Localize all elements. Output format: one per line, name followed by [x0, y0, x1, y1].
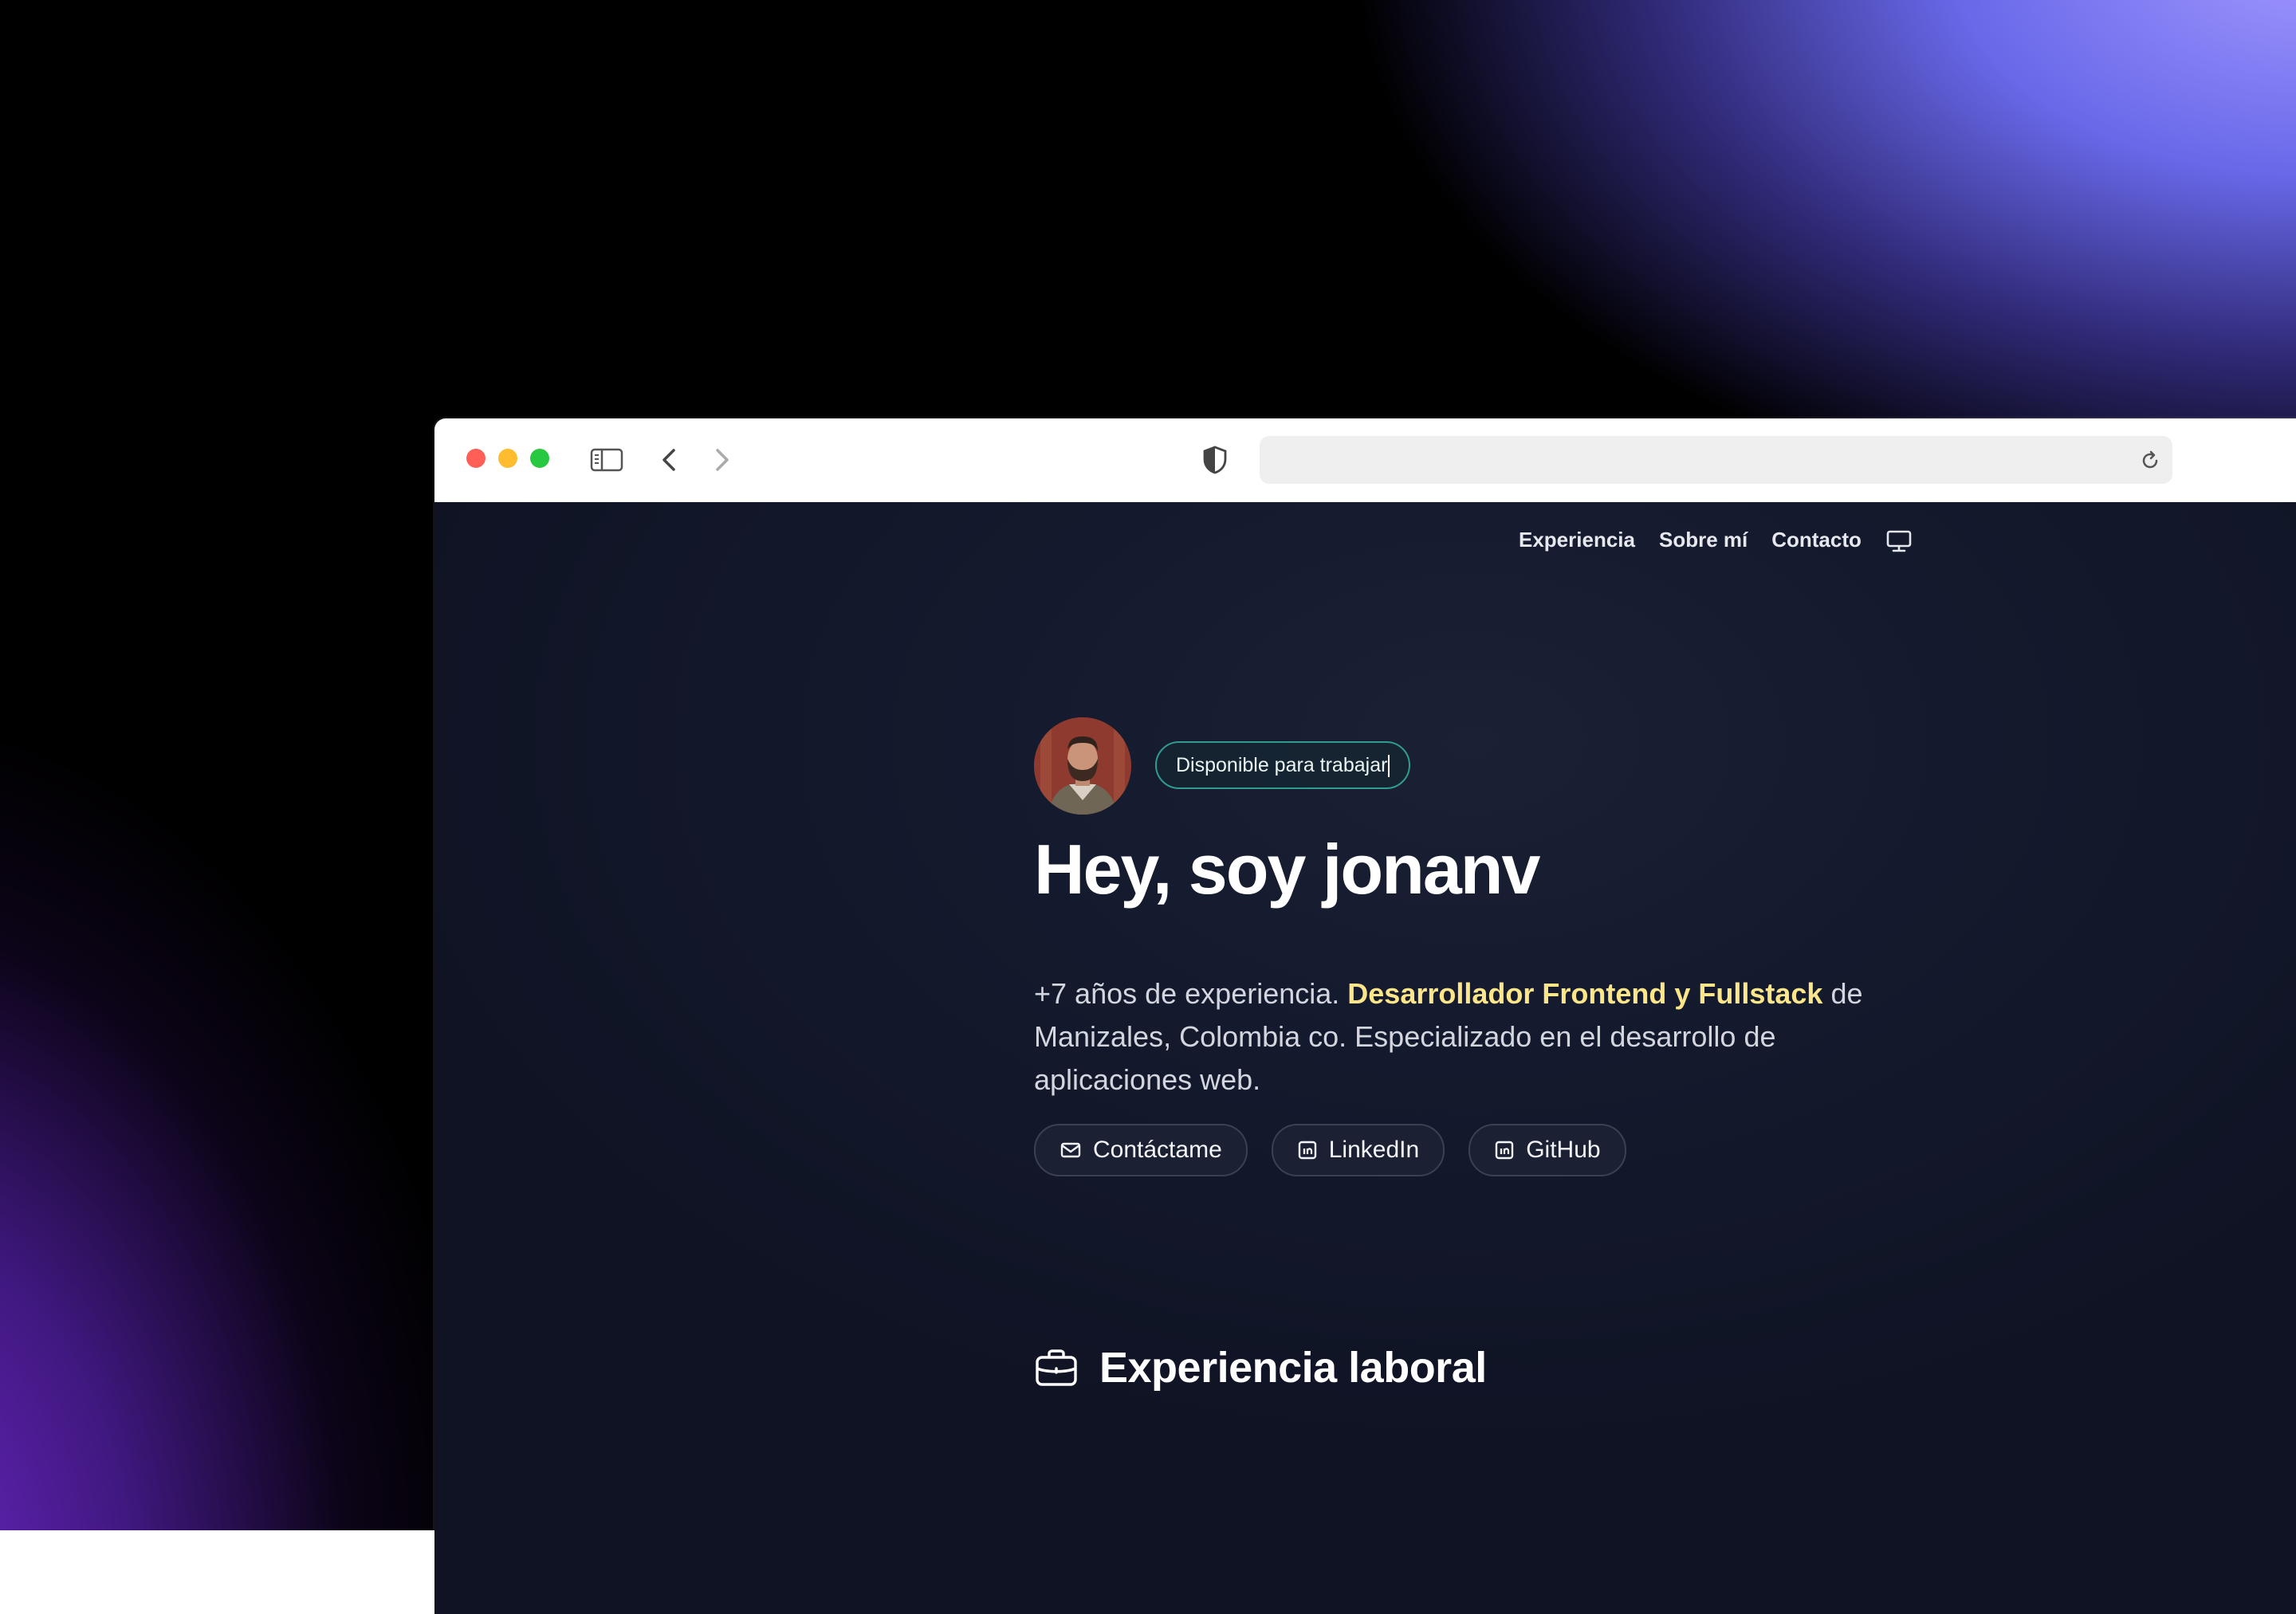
linkedin-icon	[1298, 1141, 1316, 1160]
browser-toolbar	[434, 418, 2296, 503]
mail-icon	[1060, 1142, 1081, 1158]
hero-description: +7 años de experiencia. Desarrollador Fr…	[1034, 972, 1903, 1102]
back-arrow-icon[interactable]	[658, 446, 682, 474]
github-button-label: GitHub	[1526, 1137, 1601, 1163]
experience-section-header: Experiencia laboral	[1034, 1343, 1487, 1392]
contact-button[interactable]: Contáctame	[1034, 1124, 1248, 1176]
close-window-button[interactable]	[466, 449, 486, 468]
availability-text: Disponible para trabajar	[1176, 754, 1388, 776]
briefcase-icon	[1036, 1349, 1077, 1386]
avatar	[1034, 717, 1131, 815]
minimize-window-button[interactable]	[498, 449, 517, 468]
role-highlight: Desarrollador Frontend y Fullstack	[1347, 977, 1823, 1010]
description-prefix: +7 años de experiencia.	[1034, 977, 1348, 1010]
github-icon	[1495, 1141, 1514, 1160]
section-title: Experiencia laboral	[1099, 1344, 1487, 1392]
avatar-photo	[1034, 717, 1131, 815]
page-title: Hey, soy jonanv	[1034, 830, 1540, 909]
nav-link-contacto[interactable]: Contacto	[1771, 528, 1862, 552]
browser-window: Experiencia Sobre mí Contacto Disponible…	[434, 418, 2296, 1614]
monitor-icon[interactable]	[1885, 529, 1913, 553]
portfolio-page: Experiencia Sobre mí Contacto Disponible…	[434, 502, 2296, 1614]
top-nav: Experiencia Sobre mí Contacto	[1519, 526, 1913, 553]
forward-arrow-icon[interactable]	[710, 446, 733, 474]
github-button[interactable]: GitHub	[1468, 1124, 1626, 1176]
privacy-shield-icon[interactable]	[1201, 445, 1229, 475]
reload-icon[interactable]	[2139, 450, 2161, 472]
linkedin-button-label: LinkedIn	[1328, 1137, 1420, 1163]
nav-link-sobre-mi[interactable]: Sobre mí	[1659, 528, 1748, 552]
sidebar-toggle-icon[interactable]	[590, 447, 623, 473]
zoom-window-button[interactable]	[530, 449, 549, 468]
cta-group: Contáctame LinkedIn GitHub	[1034, 1124, 1626, 1176]
address-bar[interactable]	[1260, 436, 2172, 484]
availability-badge: Disponible para trabajar	[1155, 741, 1411, 789]
linkedin-button[interactable]: LinkedIn	[1271, 1124, 1445, 1176]
nav-link-experiencia[interactable]: Experiencia	[1519, 528, 1635, 552]
text-cursor	[1388, 755, 1390, 778]
contact-button-label: Contáctame	[1093, 1137, 1222, 1163]
